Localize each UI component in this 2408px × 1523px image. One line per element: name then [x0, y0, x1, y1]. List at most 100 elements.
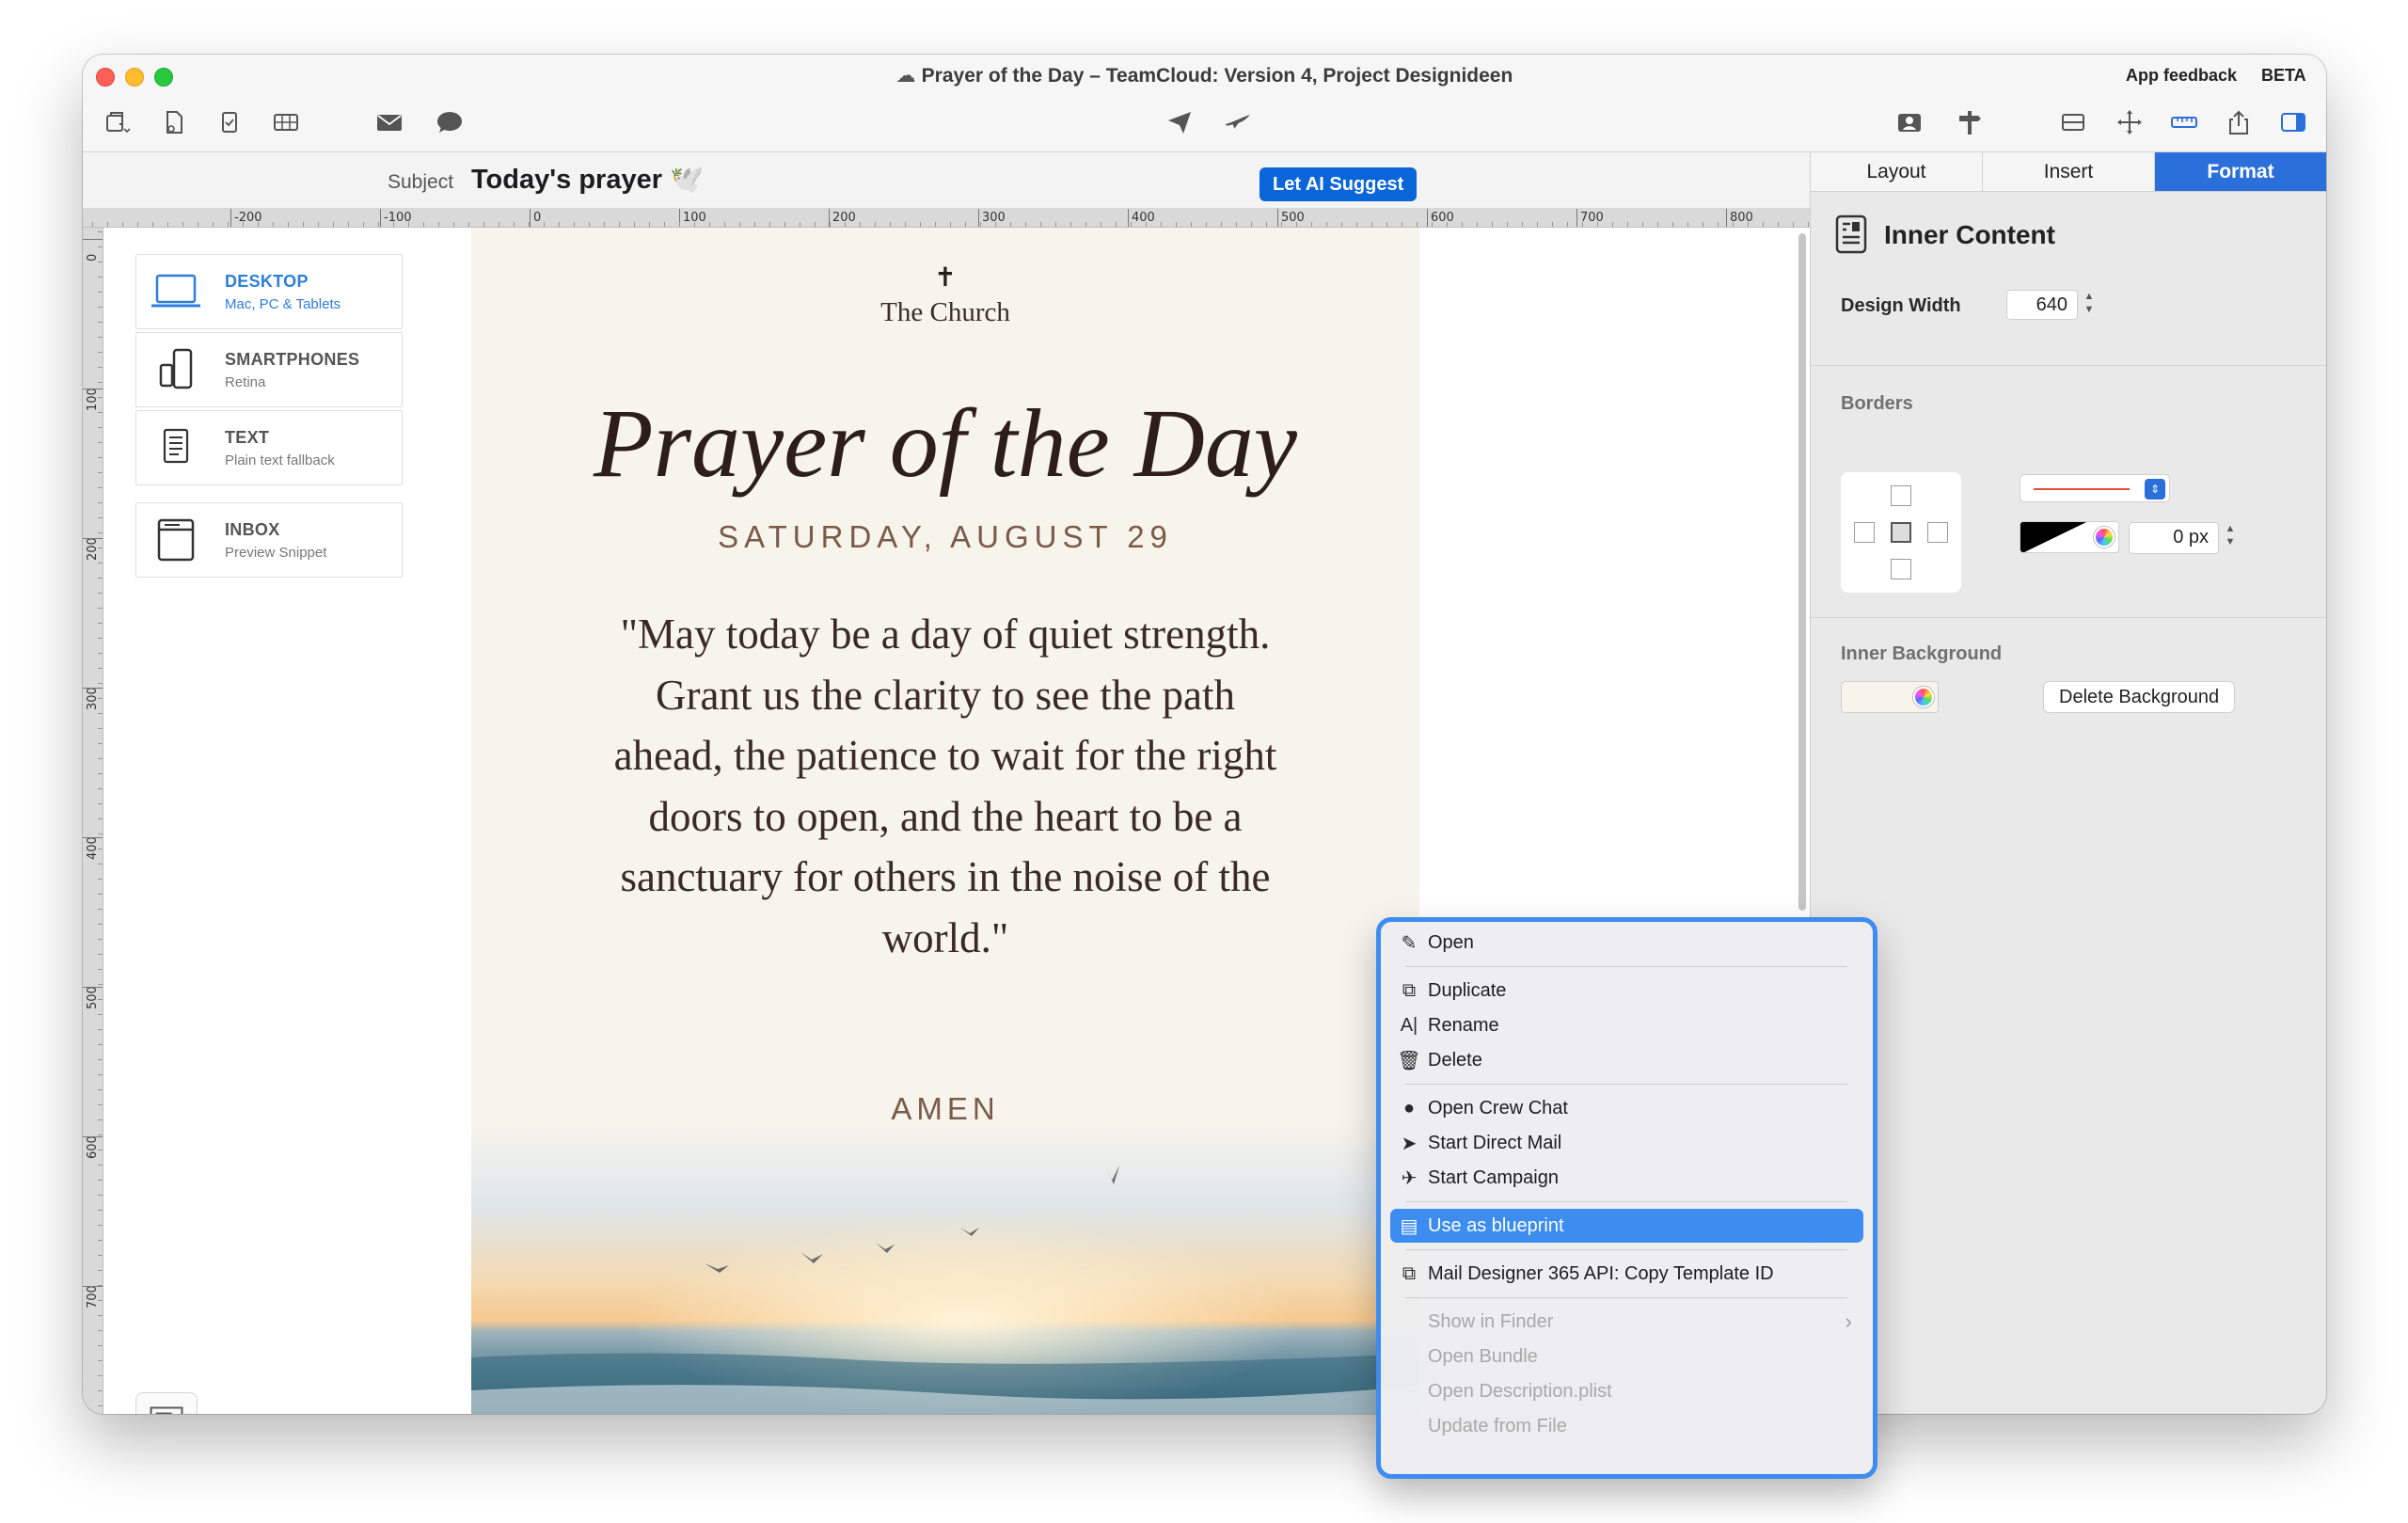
- tab-insert[interactable]: Insert: [1983, 152, 2155, 191]
- ruler-minor-tick: [363, 222, 364, 227]
- rows-icon[interactable]: [2052, 103, 2094, 141]
- document-icon[interactable]: [153, 103, 195, 141]
- rename-icon: A|: [1400, 1014, 1418, 1036]
- ruler-minor-tick: [98, 307, 103, 308]
- mail-icon[interactable]: [369, 103, 410, 141]
- horizontal-ruler: -200 -100 0 100 200 300 400 500 600 700 800: [83, 209, 1810, 228]
- view-desktop[interactable]: DESKTOP Mac, PC & Tablets: [135, 254, 403, 329]
- border-selector[interactable]: [1841, 472, 1961, 593]
- tab-format[interactable]: Format: [2155, 152, 2326, 191]
- menu-item-mail-designer-365-api-copy-template-id[interactable]: ⧉ Mail Designer 365 API: Copy Template ID: [1390, 1257, 1863, 1291]
- view-subtitle: Mac, PC & Tablets: [225, 296, 341, 312]
- ruler-minor-tick: [1462, 222, 1463, 227]
- sea-sunset-image: [471, 1122, 1419, 1414]
- ruler-icon[interactable]: [2163, 103, 2205, 141]
- sidebar-icon[interactable]: [2273, 103, 2314, 141]
- ruler-minor-tick: [98, 412, 103, 413]
- view-smartphones[interactable]: SMARTPHONES Retina: [135, 332, 403, 407]
- ruler-minor-tick: [303, 222, 304, 227]
- ruler-minor-tick: [98, 382, 103, 383]
- subject-label: Subject: [388, 171, 454, 193]
- menu-separator: [1405, 1084, 1847, 1085]
- subject-input[interactable]: Today's prayer 🕊️: [471, 164, 704, 196]
- menu-item-duplicate[interactable]: ⧉ Duplicate: [1390, 974, 1863, 1007]
- contact-card-icon[interactable]: [1889, 103, 1930, 141]
- menu-item-open[interactable]: ✎ Open: [1390, 926, 1863, 960]
- tab-layout[interactable]: Layout: [1811, 152, 1983, 191]
- ruler-minor-tick: [1085, 222, 1086, 227]
- border-bottom-toggle[interactable]: [1891, 559, 1911, 579]
- ruler-tick: [1576, 209, 1577, 227]
- ruler-minor-tick: [98, 472, 103, 473]
- airplane-icon[interactable]: [1217, 103, 1259, 141]
- border-width-field[interactable]: 0 px: [2129, 522, 2219, 554]
- menu-item-label: Update from File: [1428, 1415, 1567, 1436]
- ruler-minor-tick: [98, 1345, 103, 1346]
- ruler-minor-tick: [1191, 222, 1192, 227]
- menu-item-use-as-blueprint[interactable]: ▤ Use as blueprint: [1390, 1209, 1863, 1243]
- color-wheel-icon[interactable]: [1913, 687, 1934, 707]
- border-right-toggle[interactable]: [1927, 522, 1948, 543]
- email-date: SATURDAY, AUGUST 29: [718, 519, 1173, 554]
- design-width-field[interactable]: 640: [2006, 290, 2078, 320]
- email-headline: Prayer of the Day: [593, 389, 1297, 498]
- menu-item-rename[interactable]: A| Rename: [1390, 1008, 1863, 1042]
- ruler-minor-tick: [98, 909, 103, 910]
- ruler-minor-tick: [1447, 222, 1448, 227]
- grid-icon[interactable]: [265, 103, 307, 141]
- ruler-minor-tick: [98, 668, 103, 669]
- ruler-minor-tick: [98, 788, 103, 789]
- ruler-minor-tick: [483, 222, 484, 227]
- menu-item-start-direct-mail[interactable]: ➤ Start Direct Mail: [1390, 1126, 1863, 1160]
- menu-item-delete[interactable]: 🗑 Delete: [1390, 1043, 1863, 1077]
- share-icon[interactable]: [2218, 103, 2259, 141]
- chevron-right-icon: ›: [1845, 1309, 1852, 1333]
- border-style-preview: [2034, 488, 2130, 490]
- chat-bubble-icon[interactable]: [429, 103, 470, 141]
- paper-plane-icon[interactable]: [1159, 103, 1200, 141]
- border-width-stepper[interactable]: ▲ ▼: [2223, 522, 2238, 552]
- menu-item-open-crew-chat[interactable]: ● Open Crew Chat: [1390, 1091, 1863, 1125]
- menu-item-update-from-file: Update from File: [1390, 1409, 1863, 1443]
- ruler-tick-label: 400: [1132, 211, 1155, 225]
- move-icon[interactable]: [2109, 103, 2150, 141]
- ruler-minor-tick: [288, 222, 289, 227]
- design-width-stepper[interactable]: ▲ ▼: [2082, 290, 2097, 320]
- canvas-scrollbar[interactable]: [1798, 233, 1806, 911]
- ruler-minor-tick: [1432, 222, 1433, 227]
- ruler-minor-tick: [273, 222, 274, 227]
- ruler-tick-label: 200: [86, 537, 100, 561]
- menu-separator: [1405, 1201, 1847, 1202]
- signpost-icon[interactable]: [1949, 103, 1990, 141]
- border-all-toggle[interactable]: [1891, 522, 1911, 543]
- let-ai-suggest-button[interactable]: Let AI Suggest: [1259, 167, 1418, 201]
- view-text[interactable]: TEXT Plain text fallback: [135, 410, 403, 485]
- ruler-minor-tick: [98, 623, 103, 624]
- ruler-minor-tick: [408, 222, 409, 227]
- checklist-icon[interactable]: [209, 103, 250, 141]
- menu-item-start-campaign[interactable]: ✈ Start Campaign: [1390, 1161, 1863, 1195]
- email-design[interactable]: ✝ The Church Prayer of the Day SATURDAY,…: [471, 228, 1419, 1414]
- layout-icon[interactable]: [96, 103, 137, 141]
- layers-toggle-button[interactable]: [135, 1392, 198, 1414]
- ruler-tick: [380, 209, 381, 227]
- app-feedback-link[interactable]: App feedback: [2126, 66, 2237, 86]
- border-color-well[interactable]: [2020, 521, 2119, 553]
- border-style-select[interactable]: ⇕: [2020, 474, 2170, 502]
- ruler-minor-tick: [98, 502, 103, 503]
- ruler-minor-tick: [98, 1270, 103, 1271]
- title-bar: ☁ Prayer of the Day – TeamCloud: Version …: [83, 55, 2326, 152]
- delete-background-button[interactable]: Delete Background: [2043, 681, 2236, 713]
- color-wheel-icon[interactable]: [2094, 527, 2115, 547]
- ruler-minor-tick: [107, 222, 108, 227]
- menu-item-open-bundle: Open Bundle: [1390, 1340, 1863, 1373]
- ruler-minor-tick: [98, 231, 103, 232]
- ruler-minor-tick: [1341, 222, 1342, 227]
- inner-background-color-well[interactable]: [1841, 681, 1939, 713]
- border-left-toggle[interactable]: [1854, 522, 1875, 543]
- ruler-minor-tick: [875, 222, 876, 227]
- view-inbox[interactable]: INBOX Preview Snippet: [135, 502, 403, 578]
- airplane-icon: ✈: [1401, 1167, 1418, 1189]
- ruler-minor-tick: [98, 653, 103, 654]
- border-top-toggle[interactable]: [1891, 485, 1911, 506]
